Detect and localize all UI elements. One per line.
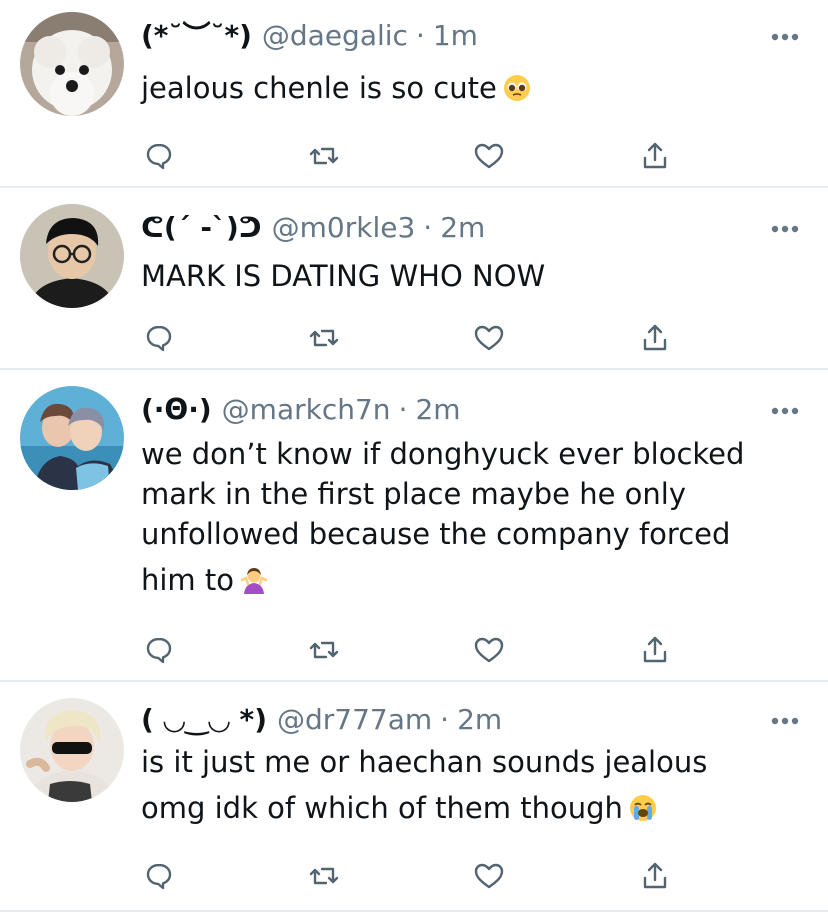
separator: · — [440, 703, 450, 736]
pleading-face-icon — [503, 75, 530, 101]
tweet-text-span: him to — [141, 563, 235, 597]
reply-icon — [146, 325, 172, 352]
tweet-text-line: him to — [141, 560, 801, 600]
tweet-text-line: MARK IS DATING WHO NOW — [141, 259, 546, 293]
tweet-header: ( ◡‿◡ *) @dr777am · 2m — [141, 700, 502, 740]
more-icon[interactable] — [770, 30, 800, 44]
like-button[interactable] — [471, 858, 507, 894]
retweet-icon — [309, 147, 339, 165]
tweet-text: we don’t know if donghyuck ever blocked … — [141, 434, 801, 600]
tweet-header: (·Θ·) @markch7n · 2m — [141, 390, 461, 430]
more-icon[interactable] — [770, 404, 800, 418]
tweet-text-span: omg idk of which of them though — [141, 791, 623, 825]
more-icon[interactable] — [770, 714, 800, 728]
share-icon — [643, 142, 667, 169]
retweet-button[interactable] — [306, 632, 342, 668]
share-button[interactable] — [637, 632, 673, 668]
user-handle[interactable]: @m0rkle3 — [272, 208, 416, 248]
retweet-button[interactable] — [306, 858, 342, 894]
user-handle[interactable]: @daegalic — [262, 16, 408, 56]
reply-button[interactable] — [141, 858, 177, 894]
like-icon — [474, 863, 504, 889]
like-icon — [474, 143, 504, 169]
tweet-actions — [141, 858, 681, 894]
avatar[interactable] — [20, 204, 124, 308]
retweet-button[interactable] — [306, 320, 342, 356]
like-icon — [474, 325, 504, 351]
tweet[interactable]: (*˘︶˘*) @daegalic · 1m jealous chenle is… — [0, 0, 828, 188]
display-name[interactable]: (·Θ·) — [141, 390, 212, 430]
timestamp[interactable]: 2m — [440, 208, 485, 248]
reply-icon — [146, 637, 172, 664]
tweet-text-line: we don’t know if donghyuck ever blocked — [141, 437, 745, 471]
tweet-text-line: jealous chenle is so cute — [141, 68, 801, 108]
tweet[interactable]: ( ◡‿◡ *) @dr777am · 2m is it just me or … — [0, 682, 828, 912]
separator: · — [398, 393, 408, 426]
tweet-actions — [141, 320, 681, 356]
tweet-text-line: omg idk of which of them though — [141, 788, 801, 828]
tweet-header: ᕦ(ˊ -ˋ)ᕤ @m0rkle3 · 2m — [141, 208, 485, 248]
tweet-text-line: mark in the first place maybe he only — [141, 477, 686, 511]
tweet[interactable]: ᕦ(ˊ -ˋ)ᕤ @m0rkle3 · 2m MARK IS DATING WH… — [0, 188, 828, 370]
share-button[interactable] — [637, 138, 673, 174]
avatar[interactable] — [20, 386, 124, 490]
blond-person-sunglasses-avatar — [20, 698, 124, 802]
tweet-actions — [141, 138, 681, 174]
separator: · — [423, 211, 433, 244]
reply-button[interactable] — [141, 138, 177, 174]
timeline: (*˘︶˘*) @daegalic · 1m jealous chenle is… — [0, 0, 828, 912]
user-handle[interactable]: @dr777am — [277, 700, 432, 740]
tweet-actions — [141, 632, 681, 668]
reply-button[interactable] — [141, 320, 177, 356]
like-button[interactable] — [471, 632, 507, 668]
display-name[interactable]: ( ◡‿◡ *) — [141, 700, 267, 740]
person-shrugging-icon — [240, 568, 268, 594]
person-with-glasses-avatar — [20, 204, 124, 308]
separator: · — [415, 19, 425, 52]
two-people-avatar — [20, 386, 124, 490]
share-icon — [643, 862, 667, 889]
more-icon[interactable] — [770, 222, 800, 236]
share-button[interactable] — [637, 320, 673, 356]
retweet-icon — [309, 867, 339, 885]
share-icon — [643, 636, 667, 663]
share-icon — [643, 324, 667, 351]
reply-icon — [146, 863, 172, 890]
share-button[interactable] — [637, 858, 673, 894]
tweet[interactable]: (·Θ·) @markch7n · 2m we don’t know if do… — [0, 370, 828, 682]
timestamp[interactable]: 2m — [457, 700, 502, 740]
user-handle[interactable]: @markch7n — [222, 390, 391, 430]
tweet-text-span: jealous chenle is so cute — [141, 71, 497, 105]
display-name[interactable]: (*˘︶˘*) — [141, 16, 252, 56]
tweet-text-line: is it just me or haechan sounds jealous — [141, 745, 708, 779]
tweet-header: (*˘︶˘*) @daegalic · 1m — [141, 16, 478, 56]
like-button[interactable] — [471, 320, 507, 356]
loudly-crying-face-icon — [629, 795, 656, 821]
display-name[interactable]: ᕦ(ˊ -ˋ)ᕤ — [141, 208, 262, 248]
like-button[interactable] — [471, 138, 507, 174]
reply-button[interactable] — [141, 632, 177, 668]
reply-icon — [146, 143, 172, 170]
retweet-icon — [309, 641, 339, 659]
white-dog-avatar — [20, 12, 124, 116]
avatar[interactable] — [20, 698, 124, 802]
timestamp[interactable]: 2m — [415, 390, 460, 430]
timestamp[interactable]: 1m — [433, 16, 478, 56]
tweet-text-line: unfollowed because the company forced — [141, 517, 731, 551]
tweet-text: is it just me or haechan sounds jealous … — [141, 742, 801, 828]
avatar[interactable] — [20, 12, 124, 116]
retweet-icon — [309, 329, 339, 347]
retweet-button[interactable] — [306, 138, 342, 174]
tweet-text: MARK IS DATING WHO NOW — [141, 256, 801, 296]
tweet-text: jealous chenle is so cute — [141, 68, 801, 108]
like-icon — [474, 637, 504, 663]
